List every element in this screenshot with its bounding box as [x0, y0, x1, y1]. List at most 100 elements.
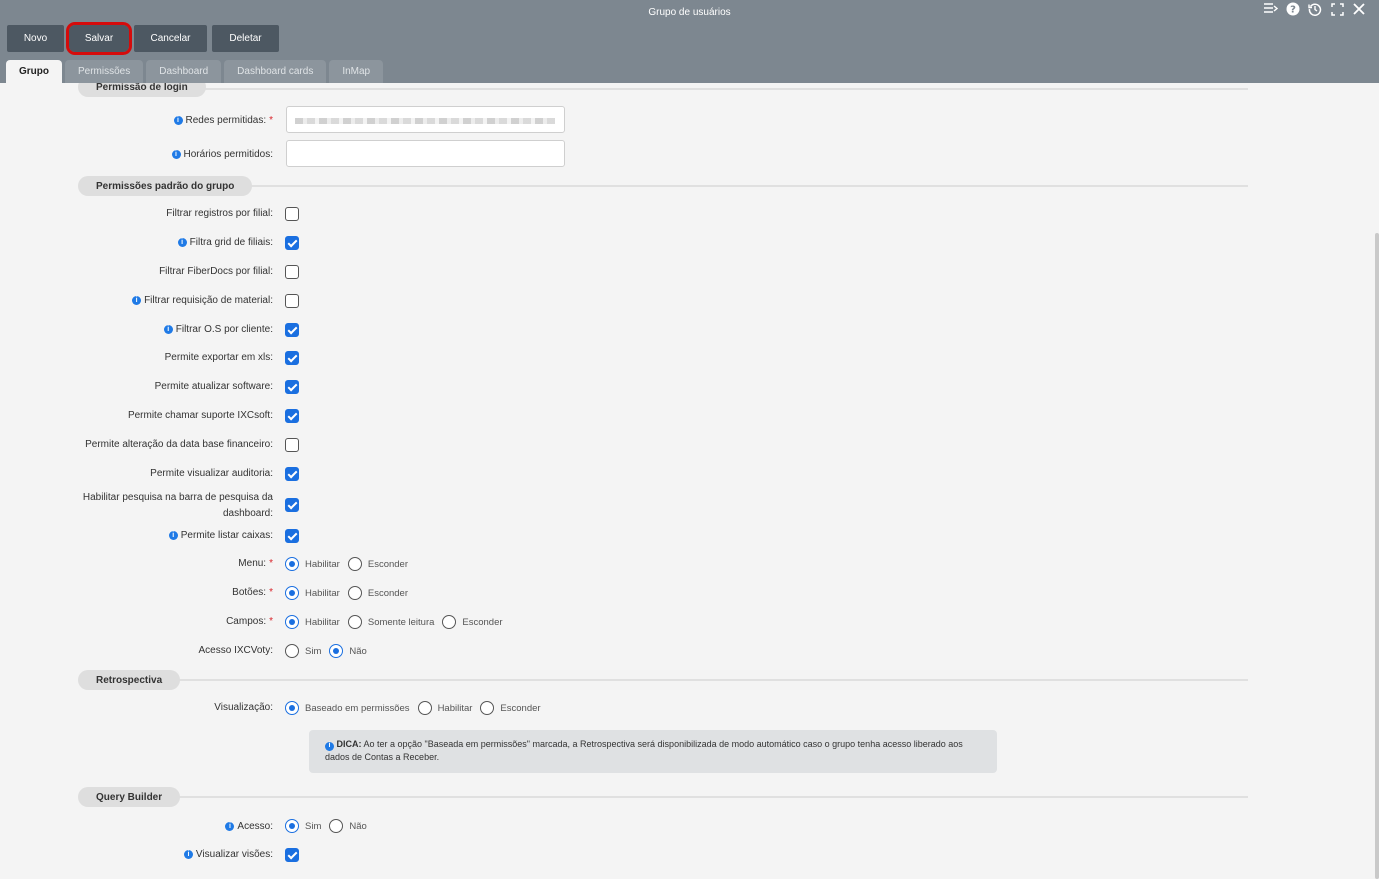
info-icon[interactable]: i — [171, 150, 181, 159]
save-button[interactable]: Salvar — [66, 22, 132, 55]
section-retrospectiva: Retrospectiva — [78, 670, 181, 690]
permission-label: Filtrar registros por filial: — [166, 208, 273, 219]
permission-label: Permite exportar em xls: — [164, 352, 273, 363]
tab-dashboard-cards[interactable]: Dashboard cards — [224, 60, 327, 83]
views-checkbox[interactable] — [285, 848, 299, 862]
section-defaults: Permissões padrão do grupo — [78, 176, 253, 196]
permission-label: Permite alteração da data base financeir… — [85, 439, 273, 450]
permission-checkbox[interactable] — [285, 467, 299, 481]
tab-dashboard[interactable]: Dashboard — [146, 60, 222, 83]
section-title: Retrospectiva — [78, 670, 181, 690]
info-icon[interactable]: i — [132, 296, 142, 305]
info-icon[interactable]: i — [177, 238, 187, 247]
history-icon[interactable] — [1307, 1, 1323, 17]
ixcvoty-radio-group: Sim Não — [285, 644, 375, 658]
section-divider — [178, 796, 1248, 798]
section-title: Query Builder — [78, 787, 181, 807]
tab-inmap[interactable]: InMap — [329, 60, 384, 83]
view-radio-group: Baseado em permissões Habilitar Esconder — [285, 701, 549, 715]
info-icon[interactable]: i — [168, 531, 178, 540]
access-radio-group: Sim Não — [285, 819, 375, 833]
section-query-builder: Query Builder — [78, 787, 181, 807]
access-nao-radio[interactable] — [329, 819, 344, 833]
permission-checkbox[interactable] — [285, 323, 299, 337]
permission-checkbox[interactable] — [285, 380, 299, 394]
svg-text:?: ? — [1290, 5, 1296, 16]
section-divider — [245, 185, 1248, 187]
menu-radio-group: Habilitar Esconder — [285, 557, 416, 571]
permission-label: i Filtrar requisição de material: — [132, 294, 273, 307]
permission-label: i Permite listar caixas: — [168, 529, 273, 542]
allowed-hours-label: i Horários permitidos: — [171, 148, 273, 161]
top-bar: Grupo de usuários ? Novo Salvar Cancelar… — [0, 0, 1379, 83]
help-icon[interactable]: ? — [1285, 1, 1301, 17]
tip-bold: DICA: — [336, 739, 362, 749]
tab-grupo[interactable]: Grupo — [6, 60, 62, 83]
ixcvoty-sim-radio[interactable] — [285, 644, 299, 658]
permission-checkbox[interactable] — [285, 265, 299, 279]
info-icon[interactable]: i — [163, 325, 173, 334]
permission-label: Permite visualizar auditoria: — [150, 468, 273, 479]
info-icon[interactable]: i — [173, 116, 183, 125]
menu-label: Menu: * — [238, 558, 273, 569]
fields-label: Campos: * — [226, 616, 273, 627]
permission-checkbox[interactable] — [285, 529, 299, 543]
permission-label: i Filtrar O.S por cliente: — [163, 323, 273, 336]
permission-checkbox[interactable] — [285, 294, 299, 308]
ixcvoty-label: Acesso IXCVoty: — [198, 645, 273, 656]
menu-esconder-radio[interactable] — [347, 557, 362, 571]
window-controls: ? — [1263, 1, 1367, 17]
list-menu-icon[interactable] — [1263, 1, 1279, 17]
buttons-habilitar-radio[interactable] — [285, 586, 299, 600]
ixcvoty-nao-radio[interactable] — [329, 644, 344, 658]
fullscreen-icon[interactable] — [1329, 1, 1345, 17]
section-login: Permissão de login — [78, 83, 206, 97]
fields-habilitar-radio[interactable] — [285, 615, 299, 629]
tab-permissoes[interactable]: Permissões — [65, 60, 144, 83]
section-divider — [180, 88, 1248, 90]
permission-label: i Filtra grid de filiais: — [177, 236, 273, 249]
cancel-button[interactable]: Cancelar — [134, 25, 207, 52]
allowed-hours-input[interactable] — [286, 140, 565, 167]
allowed-networks-input[interactable] — [286, 106, 565, 133]
access-label: i Acesso: — [225, 820, 273, 833]
form-content: Permissão de login i Redes permitidas: *… — [0, 83, 1379, 879]
permission-label: Permite chamar suporte IXCsoft: — [127, 410, 273, 421]
view-habilitar-radio[interactable] — [417, 701, 432, 715]
blurred-value — [295, 118, 555, 124]
tab-bar: Grupo Permissões Dashboard Dashboard car… — [6, 60, 384, 83]
permission-checkbox[interactable] — [285, 409, 299, 423]
fields-esconder-radio[interactable] — [442, 615, 457, 629]
permission-label: Habilitar pesquisa na barra de pesquisa … — [82, 492, 273, 519]
permission-checkbox[interactable] — [285, 236, 299, 250]
info-icon: i — [325, 741, 334, 751]
permission-label: Permite atualizar software: — [154, 381, 273, 392]
scrollbar[interactable] — [1375, 233, 1379, 879]
permission-checkbox[interactable] — [285, 498, 299, 512]
views-label: i Visualizar visões: — [183, 848, 273, 861]
info-icon[interactable]: i — [225, 822, 235, 831]
view-permissions-radio[interactable] — [285, 701, 299, 715]
menu-habilitar-radio[interactable] — [285, 557, 299, 571]
permission-label: Filtrar FiberDocs por filial: — [159, 266, 273, 277]
permission-checkbox[interactable] — [285, 207, 299, 221]
tip-box: i DICA: Ao ter a opção "Baseada em permi… — [309, 730, 997, 773]
new-button[interactable]: Novo — [7, 25, 64, 52]
permission-checkbox[interactable] — [285, 351, 299, 365]
section-divider — [178, 679, 1248, 681]
fields-readonly-radio[interactable] — [347, 615, 362, 629]
permission-checkbox[interactable] — [285, 438, 299, 452]
buttons-esconder-radio[interactable] — [347, 586, 362, 600]
view-label: Visualização: — [214, 702, 273, 713]
section-title: Permissões padrão do grupo — [78, 176, 253, 196]
section-title: Permissão de login — [78, 83, 206, 97]
tip-text: Ao ter a opção "Baseada em permissões" m… — [325, 739, 963, 762]
info-icon[interactable]: i — [183, 850, 193, 859]
close-icon[interactable] — [1351, 1, 1367, 17]
delete-button[interactable]: Deletar — [212, 25, 279, 52]
fields-radio-group: Habilitar Somente leitura Esconder — [285, 615, 511, 629]
access-sim-radio[interactable] — [285, 819, 299, 833]
allowed-networks-label: i Redes permitidas: * — [173, 114, 273, 127]
view-esconder-radio[interactable] — [480, 701, 495, 715]
buttons-label: Botões: * — [232, 587, 273, 598]
